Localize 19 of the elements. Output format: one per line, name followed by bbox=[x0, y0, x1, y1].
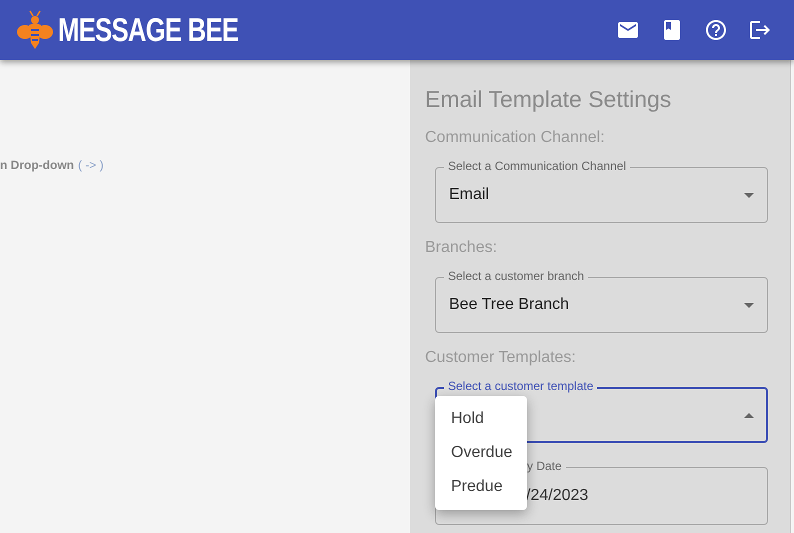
hint-text: n Drop-down ( -> ) bbox=[0, 158, 105, 172]
caret-icon bbox=[744, 302, 754, 308]
caret-icon bbox=[744, 192, 754, 198]
section-heading: Customer Templates: bbox=[425, 349, 577, 367]
settings-title: Email Template Settings bbox=[425, 86, 672, 113]
field-label: Select a Communication Channel bbox=[444, 159, 630, 173]
bee-logo-icon bbox=[16, 10, 54, 50]
section-heading: Branches: bbox=[425, 239, 498, 257]
section-heading: Communication Channel: bbox=[425, 129, 606, 147]
select-field[interactable]: Select a customer branch Bee Tree Branch bbox=[435, 269, 768, 333]
menu-item[interactable]: Predue bbox=[435, 470, 527, 504]
help-button[interactable] bbox=[704, 18, 728, 42]
menu-item[interactable]: Hold bbox=[435, 402, 527, 436]
caret-icon bbox=[744, 412, 754, 418]
field-label: Select a customer template bbox=[444, 379, 598, 393]
select-field[interactable]: Select a Communication Channel Email bbox=[435, 159, 768, 223]
brand-name: MESSAGE BEE bbox=[58, 11, 238, 49]
logout-button[interactable] bbox=[748, 18, 772, 42]
field-label: Select a customer branch bbox=[444, 269, 588, 283]
